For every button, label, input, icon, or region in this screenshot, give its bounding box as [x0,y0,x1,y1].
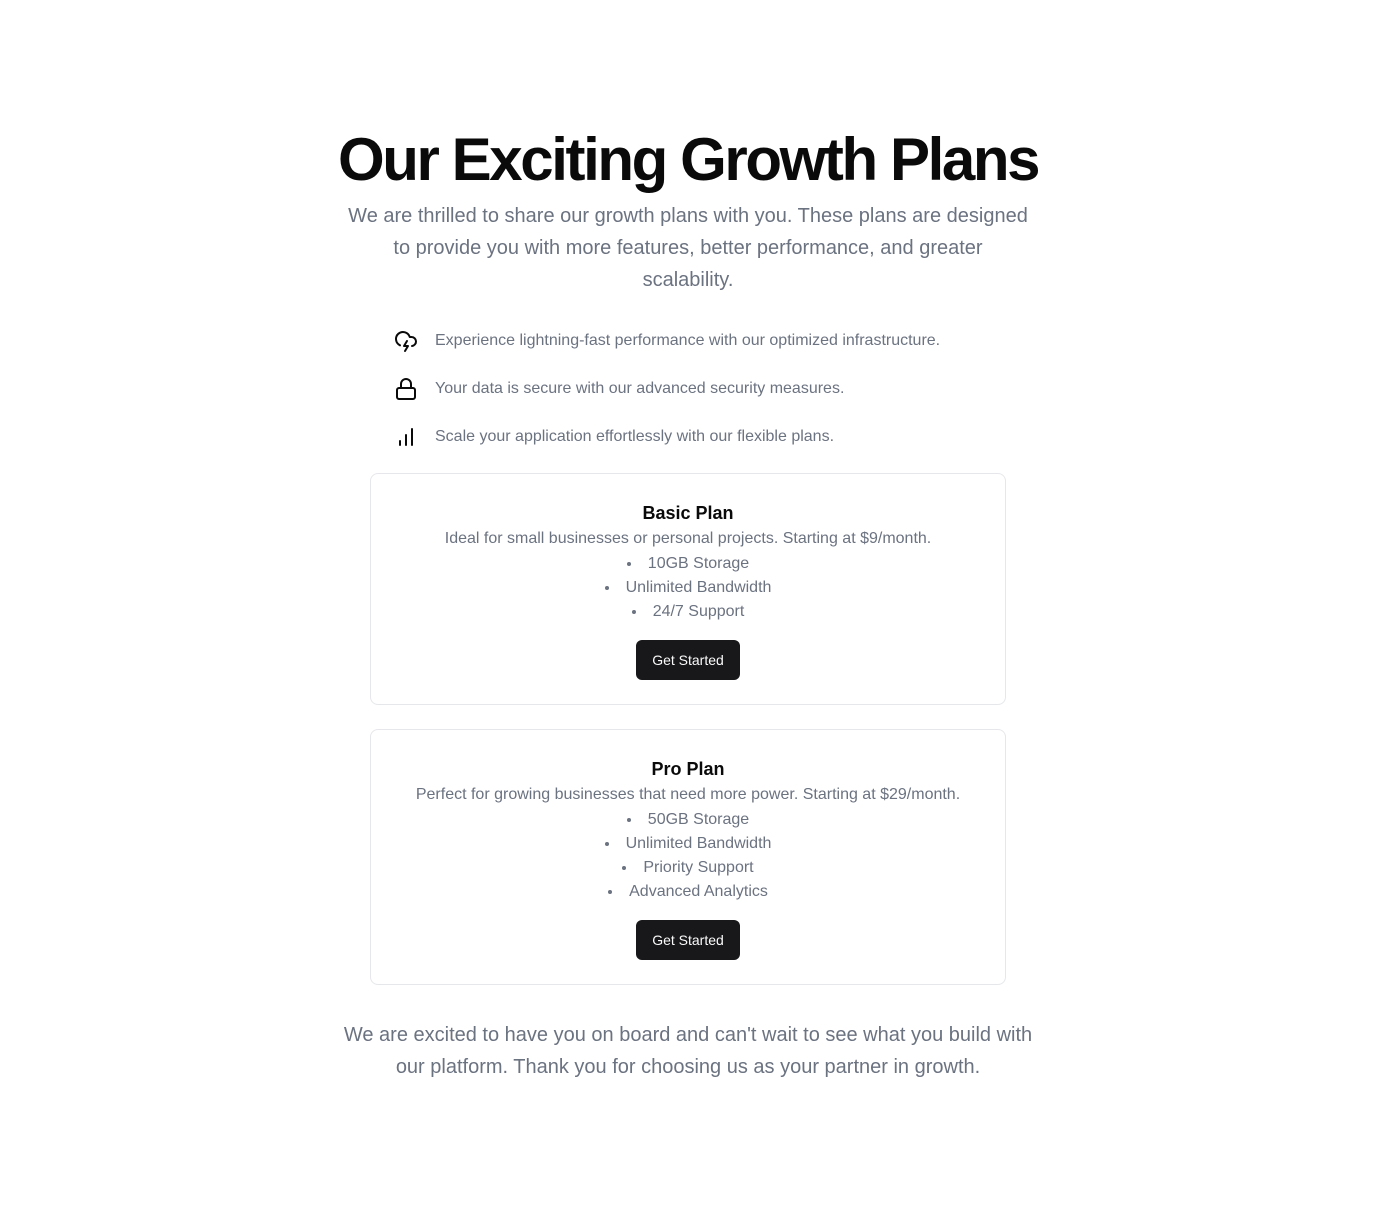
plan-description: Ideal for small businesses or personal p… [444,530,932,547]
feature-text: Experience lightning-fast performance wi… [435,332,941,349]
list-item: 10GB Storage [395,552,981,576]
page-subtitle: We are thrilled to share our growth plan… [348,205,1028,291]
basic-get-started-button[interactable]: Get Started [636,640,740,680]
list-item: 50GB Storage [395,808,981,832]
feature-item-security: Your data is secure with our advanced se… [394,377,1014,401]
feature-item-scalability: Scale your application effortlessly with… [394,425,1014,449]
feature-text: Your data is secure with our advanced se… [435,380,845,397]
lock-icon [394,377,418,401]
feature-item-performance: Experience lightning-fast performance wi… [394,329,1014,353]
plan-name: Basic Plan [642,503,734,523]
closing-text: We are excited to have you on board and … [343,1024,1033,1078]
plan-name: Pro Plan [651,759,725,779]
feature-text: Scale your application effortlessly with… [435,428,835,445]
plan-card-pro: Pro Plan Perfect for growing businesses … [370,729,1006,985]
page-title: Our Exciting Growth Plans [337,126,1041,193]
plan-feature-list: 50GB Storage Unlimited Bandwidth Priorit… [395,808,981,904]
plan-card-basic: Basic Plan Ideal for small businesses or… [370,473,1006,705]
plan-feature-list: 10GB Storage Unlimited Bandwidth 24/7 Su… [395,552,981,624]
page: Our Exciting Growth Plans We are thrille… [0,0,1376,1083]
list-item: 24/7 Support [395,600,981,624]
cloud-lightning-icon [394,329,418,353]
bar-chart-icon [394,425,418,449]
plan-description: Perfect for growing businesses that need… [415,786,961,803]
list-item: Unlimited Bandwidth [395,832,981,856]
list-item: Advanced Analytics [395,880,981,904]
pro-get-started-button[interactable]: Get Started [636,920,740,960]
list-item: Unlimited Bandwidth [395,576,981,600]
list-item: Priority Support [395,856,981,880]
plan-list: Basic Plan Ideal for small businesses or… [0,473,1376,985]
feature-list: Experience lightning-fast performance wi… [394,329,1014,449]
